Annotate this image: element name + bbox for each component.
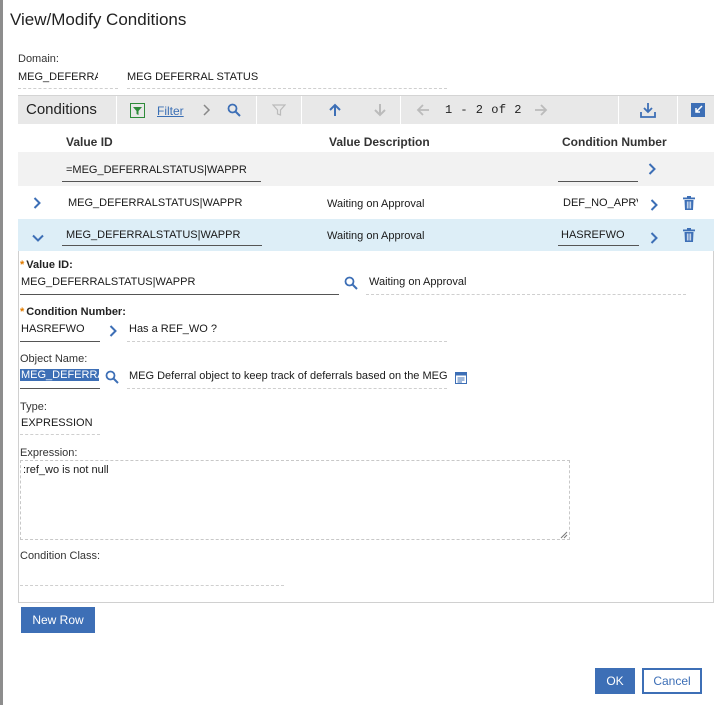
value-id-filter-underline — [62, 181, 261, 182]
row-value-id-input[interactable]: MEG_DEFERRALSTATUS|WAPPR — [66, 229, 260, 241]
condition-number-label: * Condition Number: — [20, 306, 126, 318]
condition-class-label: Condition Class: — [20, 550, 101, 562]
object-name-label: Object Name: — [20, 353, 88, 365]
arrow-left-icon — [414, 101, 432, 119]
type-value: EXPRESSION — [21, 417, 93, 429]
object-name-input[interactable]: MEG_DEFERRAL — [20, 369, 99, 381]
chevron-right-icon[interactable] — [650, 198, 658, 214]
dialog-title: View/Modify Conditions — [10, 10, 187, 29]
value-id-input[interactable]: MEG_DEFERRALSTATUS|WAPPR — [21, 276, 337, 288]
chevron-right-icon[interactable] — [109, 324, 117, 340]
toolbar-separator — [256, 96, 257, 125]
domain-input-underline — [18, 88, 118, 89]
collapse-row-icon[interactable] — [32, 229, 44, 245]
trash-icon[interactable] — [683, 228, 695, 245]
row-details-panel — [18, 251, 714, 603]
clear-filter-icon — [270, 101, 288, 119]
condition-number-description: Has a REF_WO ? — [129, 323, 218, 335]
row-condition-number-input[interactable]: HASREFWO — [561, 229, 638, 241]
column-header-value-description[interactable]: Value Description — [329, 135, 430, 149]
pagination-text: 1 - 2 of 2 — [445, 103, 523, 117]
search-icon[interactable] — [344, 276, 358, 293]
filter-link[interactable]: Filter — [157, 104, 184, 118]
filter-icon[interactable] — [128, 101, 146, 119]
new-row-button[interactable]: New Row — [21, 607, 95, 633]
object-name-underline — [20, 388, 100, 389]
type-underline — [20, 434, 100, 435]
toolbar-separator — [618, 96, 619, 125]
expression-label: Expression: — [20, 447, 78, 459]
domain-description: MEG DEFERRAL STATUS — [127, 71, 259, 83]
object-name-description: MEG Deferral object to keep track of def… — [129, 370, 447, 382]
expression-textarea[interactable]: :ref_wo is not null — [20, 460, 570, 540]
row-value-description: Waiting on Approval — [327, 230, 425, 242]
type-label: Type: — [20, 401, 47, 413]
value-id-underline — [20, 294, 339, 295]
expression-text: :ref_wo is not null — [23, 464, 109, 476]
chevron-right-icon[interactable] — [650, 231, 658, 247]
table-title: Conditions — [26, 101, 97, 118]
trash-icon[interactable] — [683, 196, 695, 213]
ok-button[interactable]: OK — [595, 668, 635, 694]
value-id-filter-input[interactable]: =MEG_DEFERRALSTATUS|WAPPR — [66, 164, 260, 176]
row-value-id-underline — [62, 245, 262, 246]
arrow-up-icon[interactable] — [326, 101, 344, 119]
toolbar-separator — [677, 96, 678, 125]
value-id-description: Waiting on Approval — [369, 276, 467, 288]
toolbar-separator — [400, 96, 401, 125]
toolbar-separator — [301, 96, 302, 125]
resize-handle-icon[interactable] — [560, 530, 568, 539]
condition-class-underline — [20, 585, 284, 586]
long-description-icon[interactable] — [455, 371, 467, 387]
row-condition-number: DEF_NO_APRVL — [563, 197, 638, 209]
expand-row-icon[interactable] — [33, 196, 41, 212]
row-value-description: Waiting on Approval — [327, 198, 425, 210]
background-window-edge — [0, 0, 3, 705]
condition-number-description-underline — [127, 341, 447, 342]
column-header-value-id[interactable]: Value ID — [66, 135, 113, 149]
arrow-right-icon — [532, 101, 550, 119]
chevron-right-icon[interactable] — [648, 162, 656, 178]
conditions-toolbar: Conditions Filter 1 - 2 of 2 — [18, 95, 714, 125]
search-icon[interactable] — [225, 101, 243, 119]
collapse-table-icon[interactable] — [689, 101, 707, 119]
row-condition-number-underline — [558, 245, 639, 246]
cancel-button[interactable]: Cancel — [642, 668, 702, 694]
condition-number-underline — [20, 341, 100, 342]
domain-input[interactable]: MEG_DEFERRAL — [18, 71, 98, 83]
domain-description-underline — [127, 88, 447, 89]
chevron-right-icon[interactable] — [198, 101, 216, 119]
value-id-label: * Value ID: — [20, 259, 73, 271]
toolbar-separator — [116, 96, 117, 125]
object-name-selected-text: MEG_DEFERRAL — [20, 369, 99, 381]
download-icon[interactable] — [639, 101, 657, 119]
arrow-down-icon — [371, 101, 389, 119]
column-header-condition-number[interactable]: Condition Number — [562, 135, 667, 149]
object-name-description-underline — [127, 388, 447, 389]
value-id-description-underline — [366, 294, 686, 295]
row-value-id: MEG_DEFERRALSTATUS|WAPPR — [68, 197, 243, 209]
condition-number-filter-underline — [558, 181, 638, 182]
condition-number-input[interactable]: HASREFWO — [21, 323, 99, 335]
search-icon[interactable] — [105, 370, 119, 387]
domain-label: Domain: — [18, 53, 59, 65]
